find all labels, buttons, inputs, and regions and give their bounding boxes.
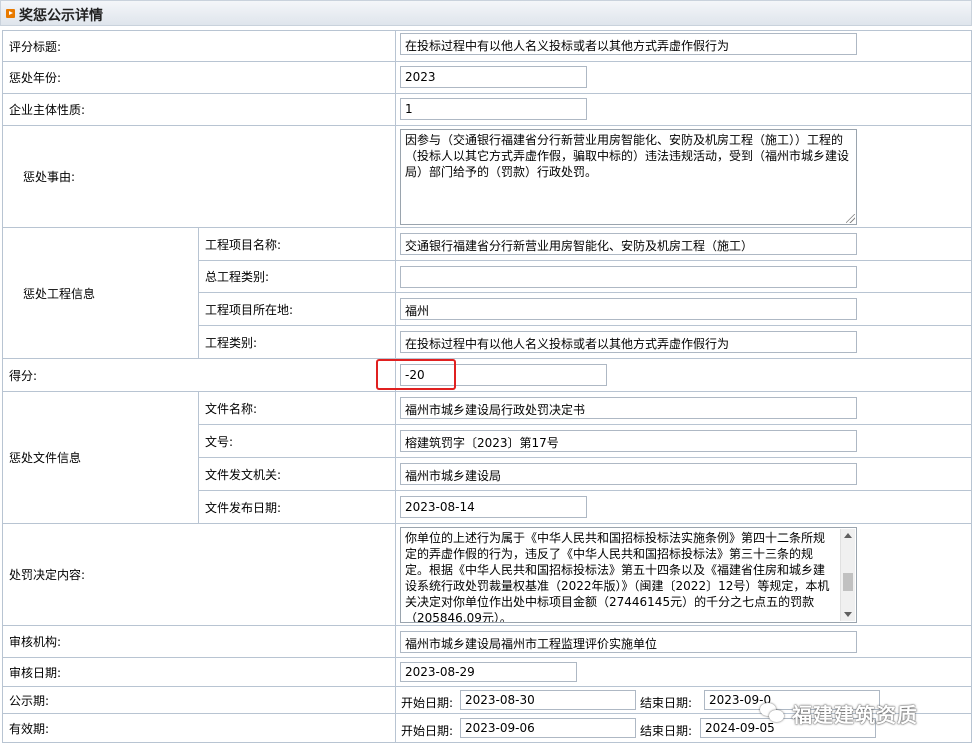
doc-number-field[interactable]: 榕建筑罚字〔2023〕第17号: [400, 430, 857, 452]
doc-number-label: 文号:: [198, 424, 396, 458]
validity-start-field[interactable]: 2023-09-06: [460, 718, 636, 738]
penalty-textarea[interactable]: 你单位的上述行为属于《中华人民共和国招标投标法实施条例》第四十二条所规定的弄虚作…: [400, 527, 857, 623]
nature-field[interactable]: 1: [400, 98, 587, 120]
publicity-start-field[interactable]: 2023-08-30: [460, 690, 636, 710]
score-cell: -20: [395, 358, 972, 392]
publicity-start-label: 开始日期:: [401, 696, 454, 710]
validity-start-label: 开始日期:: [401, 724, 454, 738]
doc-issuer-label: 文件发文机关:: [198, 457, 396, 491]
section-title: 奖惩公示详情: [19, 8, 103, 24]
scroll-down-icon[interactable]: [844, 612, 852, 617]
project-name-cell: 交通银行福建省分行新营业用房智能化、安防及机房工程（施工）: [395, 227, 972, 261]
doc-issuer-field[interactable]: 福州市城乡建设局: [400, 463, 857, 485]
score-title-field[interactable]: 在投标过程中有以他人名义投标或者以其他方式弄虚作假行为: [400, 33, 857, 55]
highlight-box: [376, 359, 456, 390]
doc-name-field[interactable]: 福州市城乡建设局行政处罚决定书: [400, 397, 857, 419]
review-date-label: 审核日期:: [2, 657, 396, 687]
doc-number-cell: 榕建筑罚字〔2023〕第17号: [395, 424, 972, 458]
doc-info-label: 惩处文件信息: [2, 391, 199, 524]
publicity-end-label: 结束日期:: [640, 696, 693, 710]
reason-label: 惩处事由:: [2, 125, 396, 228]
reason-cell: 因参与（交通银行福建省分行新营业用房智能化、安防及机房工程（施工））工程的（投标…: [395, 125, 972, 228]
project-category-label: 总工程类别:: [198, 260, 396, 293]
score-label: 得分:: [2, 358, 396, 392]
watermark-text: 福建建筑资质: [792, 702, 918, 727]
scroll-up-icon[interactable]: [844, 533, 852, 538]
penalty-scrollbar[interactable]: [840, 529, 855, 621]
review-date-field[interactable]: 2023-08-29: [400, 662, 577, 682]
penalty-text: 你单位的上述行为属于《中华人民共和国招标投标法实施条例》第四十二条所规定的弄虚作…: [405, 531, 830, 623]
project-type-cell: 在投标过程中有以他人名义投标或者以其他方式弄虚作假行为: [395, 325, 972, 359]
review-org-field[interactable]: 福州市城乡建设局福州市工程监理评价实施单位: [400, 631, 857, 653]
year-field[interactable]: 2023: [400, 66, 587, 88]
validity-end-label: 结束日期:: [640, 724, 693, 738]
wechat-logo-icon: [760, 702, 786, 724]
review-date-cell: 2023-08-29: [395, 657, 972, 687]
year-label: 惩处年份:: [2, 61, 396, 94]
project-name-label: 工程项目名称:: [198, 227, 396, 261]
publicity-label: 公示期:: [2, 686, 396, 714]
doc-issuer-cell: 福州市城乡建设局: [395, 457, 972, 491]
project-location-field[interactable]: 福州: [400, 298, 857, 320]
resize-grip-icon[interactable]: [846, 214, 855, 223]
doc-name-cell: 福州市城乡建设局行政处罚决定书: [395, 391, 972, 425]
reason-text: 因参与（交通银行福建省分行新营业用房智能化、安防及机房工程（施工））工程的（投标…: [405, 133, 850, 179]
nature-label: 企业主体性质:: [2, 93, 396, 126]
nature-cell: 1: [395, 93, 972, 126]
watermark: 福建建筑资质: [760, 699, 918, 727]
project-location-label: 工程项目所在地:: [198, 292, 396, 326]
project-type-label: 工程类别:: [198, 325, 396, 359]
reason-textarea[interactable]: 因参与（交通银行福建省分行新营业用房智能化、安防及机房工程（施工））工程的（投标…: [400, 129, 857, 225]
scroll-thumb[interactable]: [843, 573, 853, 591]
doc-name-label: 文件名称:: [198, 391, 396, 425]
doc-date-field[interactable]: 2023-08-14: [400, 496, 587, 518]
project-category-cell: [395, 260, 972, 293]
collapse-arrow-icon[interactable]: [6, 9, 15, 18]
doc-date-cell: 2023-08-14: [395, 490, 972, 524]
review-org-cell: 福州市城乡建设局福州市工程监理评价实施单位: [395, 625, 972, 658]
project-info-label: 惩处工程信息: [2, 227, 199, 359]
project-category-field[interactable]: [400, 266, 857, 288]
penalty-cell: 你单位的上述行为属于《中华人民共和国招标投标法实施条例》第四十二条所规定的弄虚作…: [395, 523, 972, 626]
project-location-cell: 福州: [395, 292, 972, 326]
doc-date-label: 文件发布日期:: [198, 490, 396, 524]
validity-label: 有效期:: [2, 713, 396, 743]
score-title-cell: 在投标过程中有以他人名义投标或者以其他方式弄虚作假行为: [395, 30, 972, 62]
project-name-field[interactable]: 交通银行福建省分行新营业用房智能化、安防及机房工程（施工）: [400, 233, 857, 255]
penalty-label: 处罚决定内容:: [2, 523, 396, 626]
score-title-label: 评分标题:: [2, 30, 396, 62]
review-org-label: 审核机构:: [2, 625, 396, 658]
project-type-field[interactable]: 在投标过程中有以他人名义投标或者以其他方式弄虚作假行为: [400, 331, 857, 353]
section-header: 奖惩公示详情: [0, 0, 972, 26]
year-cell: 2023: [395, 61, 972, 94]
